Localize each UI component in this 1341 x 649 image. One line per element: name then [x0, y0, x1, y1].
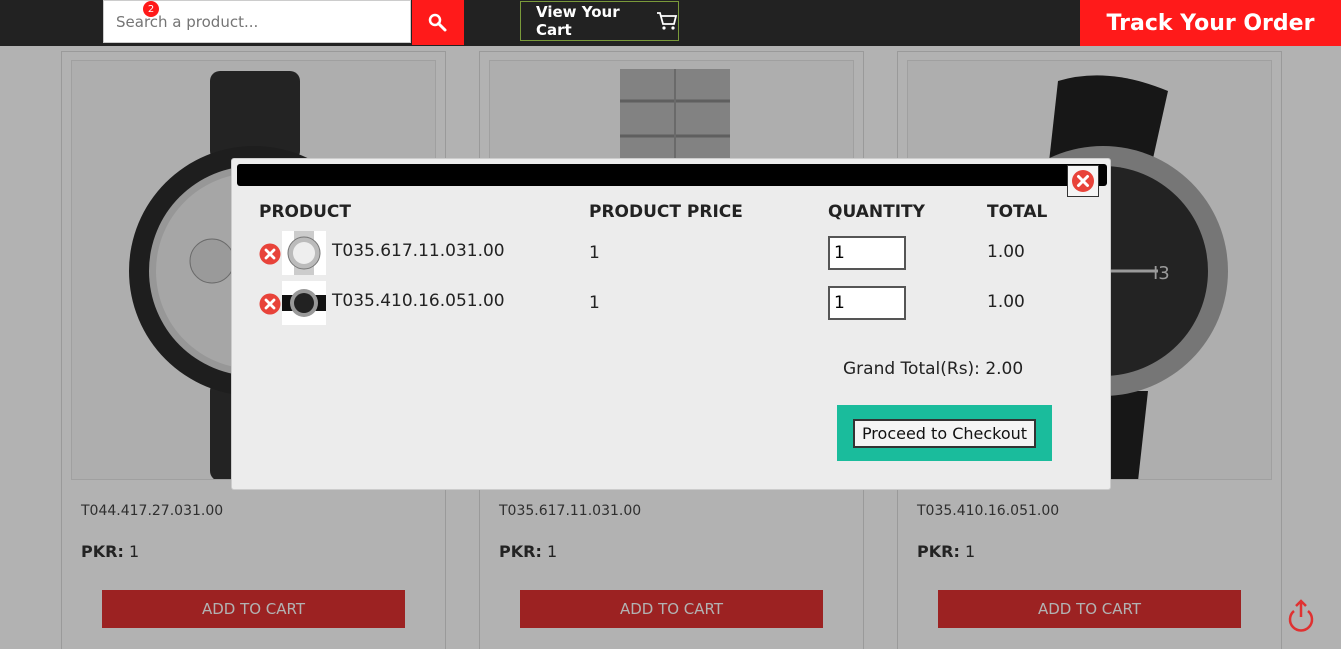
scroll-top-icon[interactable] [1286, 597, 1316, 633]
checkout-panel: Proceed to Checkout [837, 405, 1052, 461]
cart-modal: PRODUCT PRODUCT PRICE QUANTITY TOTAL T03… [231, 158, 1111, 490]
search-icon [428, 13, 447, 31]
cart-item-thumbnail [282, 281, 326, 325]
cart-item-total: 1.00 [987, 242, 1025, 262]
grand-total-value: 2.00 [985, 359, 1024, 379]
close-icon [1072, 170, 1094, 192]
cart-item-name: T035.410.16.051.00 [332, 291, 505, 311]
view-cart-label: View Your Cart [536, 3, 620, 39]
column-header-quantity: QUANTITY [828, 202, 925, 222]
close-button[interactable] [1067, 165, 1099, 197]
cart-count-badge: 2 [143, 1, 159, 17]
remove-item-icon[interactable] [259, 243, 281, 265]
view-cart-button[interactable]: View Your Cart [520, 1, 679, 41]
search-input[interactable] [116, 12, 398, 31]
cart-item-price: 1 [589, 293, 600, 313]
column-header-product: PRODUCT [259, 202, 351, 222]
column-header-total: TOTAL [987, 202, 1048, 222]
quantity-input[interactable] [828, 236, 906, 270]
cart-item-total: 1.00 [987, 292, 1025, 312]
proceed-to-checkout-button[interactable]: Proceed to Checkout [852, 418, 1037, 448]
track-order-button[interactable]: Track Your Order [1080, 0, 1341, 46]
grand-total-label: Grand Total(Rs): [843, 359, 980, 379]
top-header: View Your Cart 2 Track Your Order [0, 0, 1341, 46]
remove-item-icon[interactable] [259, 293, 281, 315]
modal-title-bar [237, 164, 1107, 186]
cart-icon [656, 11, 678, 31]
cart-item-thumbnail [282, 231, 326, 275]
column-header-price: PRODUCT PRICE [589, 202, 743, 222]
cart-item-name: T035.617.11.031.00 [332, 241, 505, 261]
cart-item-price: 1 [589, 243, 600, 263]
grand-total: Grand Total(Rs): 2.00 [843, 359, 1023, 379]
search-button[interactable] [412, 0, 464, 45]
quantity-input[interactable] [828, 286, 906, 320]
